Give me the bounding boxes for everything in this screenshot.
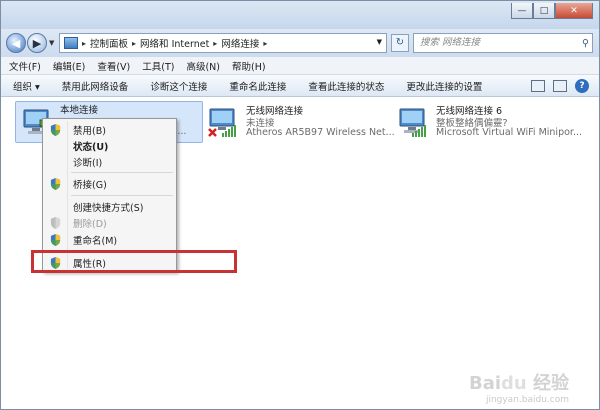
uac-shield-icon [50,178,61,190]
disable-device-button[interactable]: 禁用此网络设备 [62,79,129,93]
context-menu: 禁用(B) 状态(U) 诊断(I) 桥接(G) 创建快捷方式(S) 删除(D) … [42,118,177,272]
baidu-watermark-logo: Baidu 经验 [468,373,569,394]
organize-button[interactable]: 组织 ▾ [13,79,40,93]
navigation-bar: ◀ ▶ ▼ ▸ 控制面板 ▸ 网络和 Internet ▸ 网络连接 ▸ ▼ ↻… [1,29,599,57]
menu-view[interactable]: 查看(V) [97,59,130,73]
breadcrumb-network-connections[interactable]: 网络连接 [221,36,259,50]
breadcrumb-separator-icon[interactable]: ▸ [82,39,86,48]
maximize-button[interactable]: □ [533,3,555,19]
close-button[interactable]: ✕ [555,3,593,19]
adapter-device: Atheros AR5B97 Wireless Net... [246,127,395,138]
breadcrumb-separator-icon[interactable]: ▸ [213,39,217,48]
menu-item-label: 重命名(M) [73,236,118,247]
uac-shield-icon [50,124,61,136]
view-status-button[interactable]: 查看此连接的状态 [308,79,384,93]
adapter-device: Microsoft Virtual WiFi Minipor... [436,127,583,138]
search-icon[interactable]: ⚲ [582,35,589,53]
menu-help[interactable]: 帮助(H) [232,59,266,73]
menu-tools[interactable]: 工具(T) [142,59,174,73]
window-controls: — □ ✕ [511,3,593,19]
adapter-wireless-connection-6[interactable]: 无线网络连接 6 整板整絡偶偏靈? Microsoft Virtual WiFi… [396,103,596,143]
diagnose-connection-button[interactable]: 诊断这个连接 [150,79,207,93]
wireless-adapter-icon [399,108,426,137]
menu-separator [71,195,173,196]
menu-file[interactable]: 文件(F) [9,59,41,73]
menu-separator [71,172,173,173]
menu-item-label: 禁用(B) [73,126,106,137]
change-settings-button[interactable]: 更改此连接的设置 [406,79,482,93]
uac-shield-icon [50,234,61,246]
control-panel-icon [64,37,78,49]
breadcrumb-separator-icon[interactable]: ▸ [263,39,267,48]
back-button[interactable]: ◀ [6,33,26,53]
search-input[interactable]: 搜索 网络连接 ⚲ [413,33,593,53]
view-controls: ? [531,79,589,93]
watermark-url: jingyan.baidu.com [485,395,569,405]
menu-bar: 文件(F) 编辑(E) 查看(V) 工具(T) 高级(N) 帮助(H) [1,57,599,75]
explorer-window: — □ ✕ ◀ ▶ ▼ ▸ 控制面板 ▸ 网络和 Internet ▸ 网络连接… [0,0,600,410]
refresh-button[interactable]: ↻ [391,34,409,52]
help-icon[interactable]: ? [575,79,589,93]
recent-pages-dropdown-icon[interactable]: ▼ [49,39,54,47]
menu-item-label: 创建快捷方式(S) [73,203,144,214]
breadcrumb-control-panel[interactable]: 控制面板 [90,36,128,50]
adapter-name: 本地连接 [60,105,99,116]
menu-item-label: 状态(U) [73,142,109,153]
menu-item-disable[interactable]: 禁用(B) [45,122,174,138]
rename-connection-button[interactable]: 重命名此连接 [229,79,286,93]
menu-item-label: 诊断(I) [73,158,103,169]
annotation-highlight-box [31,250,237,273]
menu-item-create-shortcut[interactable]: 创建快捷方式(S) [45,199,174,215]
menu-item-label: 删除(D) [73,219,107,230]
search-placeholder: 搜索 网络连接 [420,37,481,48]
menu-item-status[interactable]: 状态(U) [45,138,174,154]
address-dropdown-icon[interactable]: ▼ [377,38,382,46]
title-bar: — □ ✕ [1,1,599,29]
menu-item-rename[interactable]: 重命名(M) [45,232,174,248]
preview-pane-icon[interactable] [553,80,567,92]
menu-item-diagnose[interactable]: 诊断(I) [45,154,174,170]
menu-item-label: 桥接(G) [73,180,107,191]
breadcrumb-network-internet[interactable]: 网络和 Internet [140,36,209,50]
uac-shield-icon [50,217,61,229]
menu-advanced[interactable]: 高级(N) [186,59,220,73]
command-bar: 组织 ▾ 禁用此网络设备 诊断这个连接 重命名此连接 查看此连接的状态 更改此连… [1,75,599,97]
minimize-button[interactable]: — [511,3,533,19]
menu-item-bridge[interactable]: 桥接(G) [45,176,174,192]
menu-edit[interactable]: 编辑(E) [53,59,85,73]
adapter-wireless-connection[interactable]: 无线网络连接 未连接 Atheros AR5B97 Wireless Net..… [206,103,395,143]
change-view-icon[interactable] [531,80,545,92]
forward-button[interactable]: ▶ [27,33,47,53]
menu-item-delete: 删除(D) [45,215,174,231]
wireless-adapter-icon [208,108,236,137]
address-bar[interactable]: ▸ 控制面板 ▸ 网络和 Internet ▸ 网络连接 ▸ ▼ [59,33,387,53]
breadcrumb-separator-icon[interactable]: ▸ [132,39,136,48]
